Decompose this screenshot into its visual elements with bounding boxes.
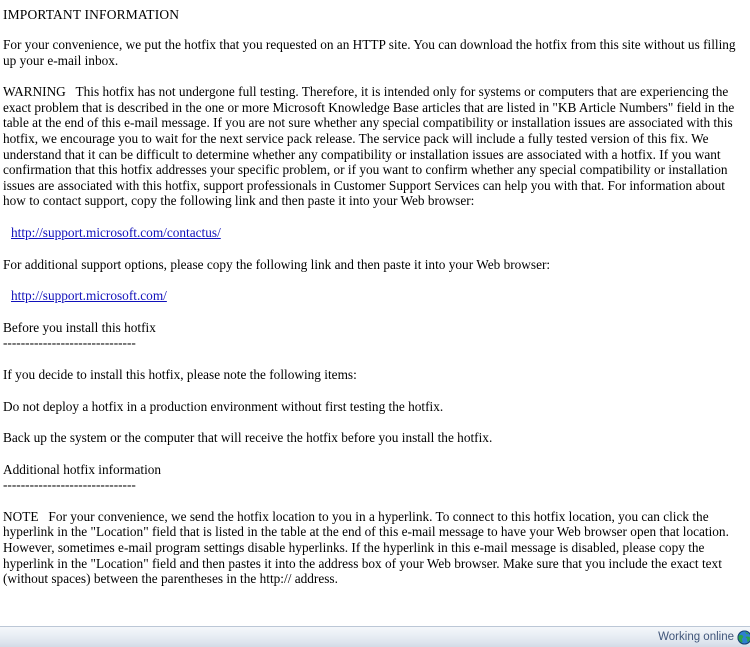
paragraph-back-up: Back up the system or the computer that … — [3, 430, 493, 446]
section-divider-before-install: ------------------------------ — [3, 335, 136, 351]
link-row-contact-us: http://support.microsoft.com/contactus/ — [3, 225, 747, 241]
paragraph-do-not-deploy: Do not deploy a hotfix in a production e… — [3, 398, 444, 414]
paragraph-additional-options: For additional support options, please c… — [3, 256, 551, 272]
section-divider-additional-info: ------------------------------ — [3, 477, 136, 493]
status-bar: Working online — [0, 626, 750, 647]
status-connection-label: Working online — [658, 631, 734, 643]
page-title: IMPORTANT INFORMATION — [3, 7, 180, 22]
paragraph-note: NOTE For your convenience, we send the h… — [3, 508, 733, 587]
globe-icon — [737, 629, 750, 645]
link-row-support-home: http://support.microsoft.com/ — [3, 288, 747, 304]
paragraph-warning: WARNING This hotfix has not undergone fu… — [3, 84, 738, 209]
section-title-before-install: Before you install this hotfix — [3, 319, 156, 335]
paragraph-decide-install: If you decide to install this hotfix, pl… — [3, 366, 357, 382]
email-message-body: IMPORTANT INFORMATION For your convenien… — [0, 0, 750, 626]
link-support-home[interactable]: http://support.microsoft.com/ — [11, 288, 167, 303]
paragraph-intro: For your convenience, we put the hotfix … — [3, 37, 739, 68]
section-title-additional-info: Additional hotfix information — [3, 461, 162, 477]
link-support-contactus[interactable]: http://support.microsoft.com/contactus/ — [11, 225, 221, 240]
